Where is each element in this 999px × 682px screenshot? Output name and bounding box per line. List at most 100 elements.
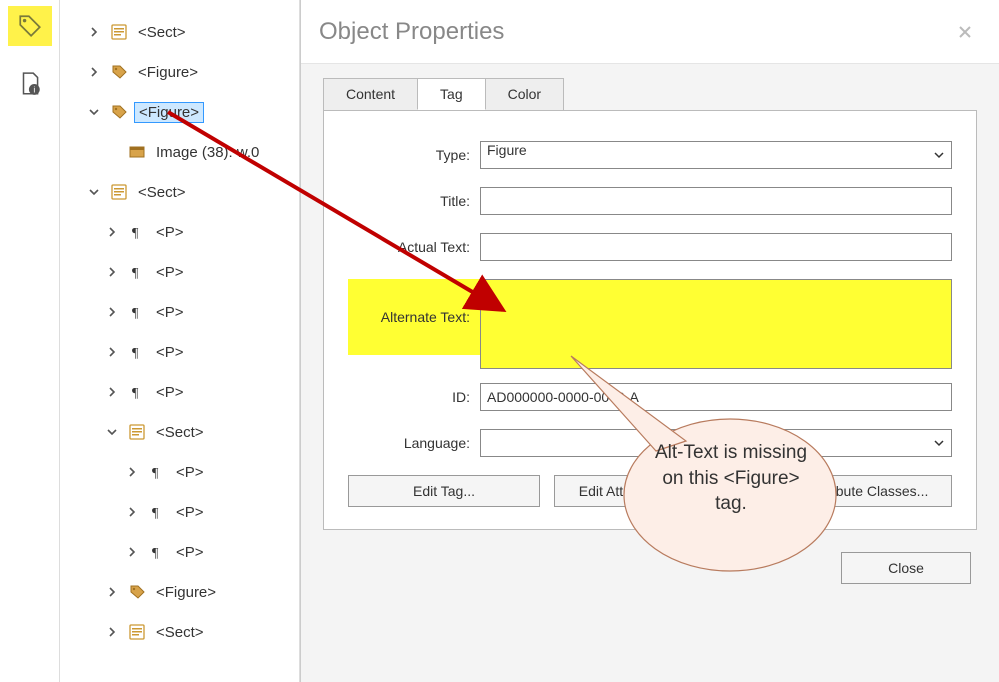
title-input[interactable] — [480, 187, 952, 215]
p-icon: ¶ — [128, 263, 146, 281]
tab-content[interactable]: Content — [323, 78, 418, 110]
sect-icon — [110, 23, 128, 41]
svg-text:i: i — [33, 85, 35, 95]
edit-attribute-objects-button[interactable]: Edit Attribute Objects... — [554, 475, 746, 507]
tree-item-label[interactable]: <Figure> — [134, 102, 204, 123]
sect-icon — [110, 183, 128, 201]
tree-row[interactable]: Image (38): w.0 — [60, 132, 299, 172]
expand-icon[interactable] — [122, 505, 142, 520]
chevron-down-icon — [933, 149, 945, 161]
actual-text-label: Actual Text: — [348, 239, 480, 255]
alternate-text-input[interactable] — [480, 279, 952, 369]
tree-row[interactable]: ¶ <P> — [60, 212, 299, 252]
page-info-tool-button[interactable]: i — [8, 64, 52, 104]
page-info-icon: i — [17, 71, 43, 97]
chevron-down-icon — [933, 437, 945, 449]
id-label: ID: — [348, 389, 480, 405]
actual-text-input[interactable] — [480, 233, 952, 261]
tree-item-label[interactable]: Image (38): w.0 — [152, 143, 263, 162]
svg-text:¶: ¶ — [152, 506, 159, 521]
figure-icon — [110, 103, 128, 121]
tree-item-label[interactable]: <Figure> — [134, 63, 202, 82]
svg-text:¶: ¶ — [152, 546, 159, 561]
figure-icon — [128, 583, 146, 601]
tree-row[interactable]: ¶ <P> — [60, 292, 299, 332]
p-icon: ¶ — [128, 343, 146, 361]
tree-item-label[interactable]: <P> — [172, 463, 208, 482]
p-icon: ¶ — [128, 223, 146, 241]
expand-icon[interactable] — [122, 545, 142, 560]
svg-text:¶: ¶ — [132, 346, 139, 361]
tree-row[interactable]: <Figure> — [60, 92, 299, 132]
dialog-title: Object Properties — [319, 18, 504, 46]
tree-row[interactable]: ¶ <P> — [60, 372, 299, 412]
type-select[interactable]: Figure — [480, 141, 952, 169]
tree-item-label[interactable]: <P> — [152, 223, 188, 242]
expand-icon[interactable] — [102, 225, 122, 240]
collapse-icon[interactable] — [84, 105, 104, 120]
tree-row[interactable]: <Figure> — [60, 52, 299, 92]
figure-icon — [110, 63, 128, 81]
expand-icon[interactable] — [102, 345, 122, 360]
p-icon: ¶ — [148, 463, 166, 481]
tree-row[interactable]: <Figure> — [60, 572, 299, 612]
p-icon: ¶ — [128, 303, 146, 321]
object-properties-dialog: Object Properties Content Tag Color Type… — [300, 0, 999, 682]
tree-item-label[interactable]: <Sect> — [152, 423, 208, 442]
expand-icon[interactable] — [102, 625, 122, 640]
tree-row[interactable]: <Sect> — [60, 12, 299, 52]
tree-item-label[interactable]: <P> — [172, 543, 208, 562]
tag-icon — [17, 13, 43, 39]
title-label: Title: — [348, 193, 480, 209]
edit-tag-button[interactable]: Edit Tag... — [348, 475, 540, 507]
tree-row[interactable]: ¶ <P> — [60, 532, 299, 572]
language-select[interactable] — [480, 429, 952, 457]
svg-text:¶: ¶ — [132, 306, 139, 321]
type-value: Figure — [487, 142, 527, 158]
edit-attribute-classes-button[interactable]: Edit Attribute Classes... — [760, 475, 952, 507]
tags-tree-panel: <Sect> <Figure> <Figure> Image (38): w.0 <Se… — [60, 0, 300, 682]
expand-icon[interactable] — [102, 305, 122, 320]
expand-icon[interactable] — [84, 65, 104, 80]
id-input[interactable] — [480, 383, 952, 411]
tree-item-label[interactable]: <Sect> — [134, 23, 190, 42]
expand-icon[interactable] — [84, 25, 104, 40]
expand-icon[interactable] — [102, 585, 122, 600]
collapse-icon[interactable] — [84, 185, 104, 200]
tree-item-label[interactable]: <P> — [152, 383, 188, 402]
tree-item-label[interactable]: <P> — [152, 263, 188, 282]
tree-item-label[interactable]: <P> — [152, 343, 188, 362]
tree-row[interactable]: ¶ <P> — [60, 252, 299, 292]
tree-item-label[interactable]: <Sect> — [134, 183, 190, 202]
tags-tool-button[interactable] — [8, 6, 52, 46]
tree-row[interactable]: ¶ <P> — [60, 492, 299, 532]
tree-item-label[interactable]: <P> — [172, 503, 208, 522]
expand-icon[interactable] — [102, 265, 122, 280]
sect-icon — [128, 423, 146, 441]
collapse-icon[interactable] — [102, 425, 122, 440]
tree-row[interactable]: <Sect> — [60, 412, 299, 452]
tree-row[interactable]: <Sect> — [60, 612, 299, 652]
svg-text:¶: ¶ — [152, 466, 159, 481]
svg-text:¶: ¶ — [132, 226, 139, 241]
close-icon — [958, 25, 972, 39]
tree-item-label[interactable]: <Sect> — [152, 623, 208, 642]
tab-color[interactable]: Color — [485, 78, 564, 110]
close-button[interactable]: Close — [841, 552, 971, 584]
image-icon — [128, 143, 146, 161]
type-label: Type: — [348, 147, 480, 163]
dialog-close-button[interactable] — [949, 16, 981, 48]
expand-icon[interactable] — [122, 465, 142, 480]
expand-icon[interactable] — [102, 385, 122, 400]
tab-tag-page: Type: Figure Title: Actual Text: Alterna… — [323, 110, 977, 530]
tab-tag[interactable]: Tag — [417, 78, 486, 110]
p-icon: ¶ — [128, 383, 146, 401]
dialog-header: Object Properties — [301, 0, 999, 64]
tree-row[interactable]: ¶ <P> — [60, 332, 299, 372]
tree-row[interactable]: ¶ <P> — [60, 452, 299, 492]
language-label: Language: — [348, 435, 480, 451]
svg-text:¶: ¶ — [132, 386, 139, 401]
tree-item-label[interactable]: <Figure> — [152, 583, 220, 602]
tree-item-label[interactable]: <P> — [152, 303, 188, 322]
tree-row[interactable]: <Sect> — [60, 172, 299, 212]
